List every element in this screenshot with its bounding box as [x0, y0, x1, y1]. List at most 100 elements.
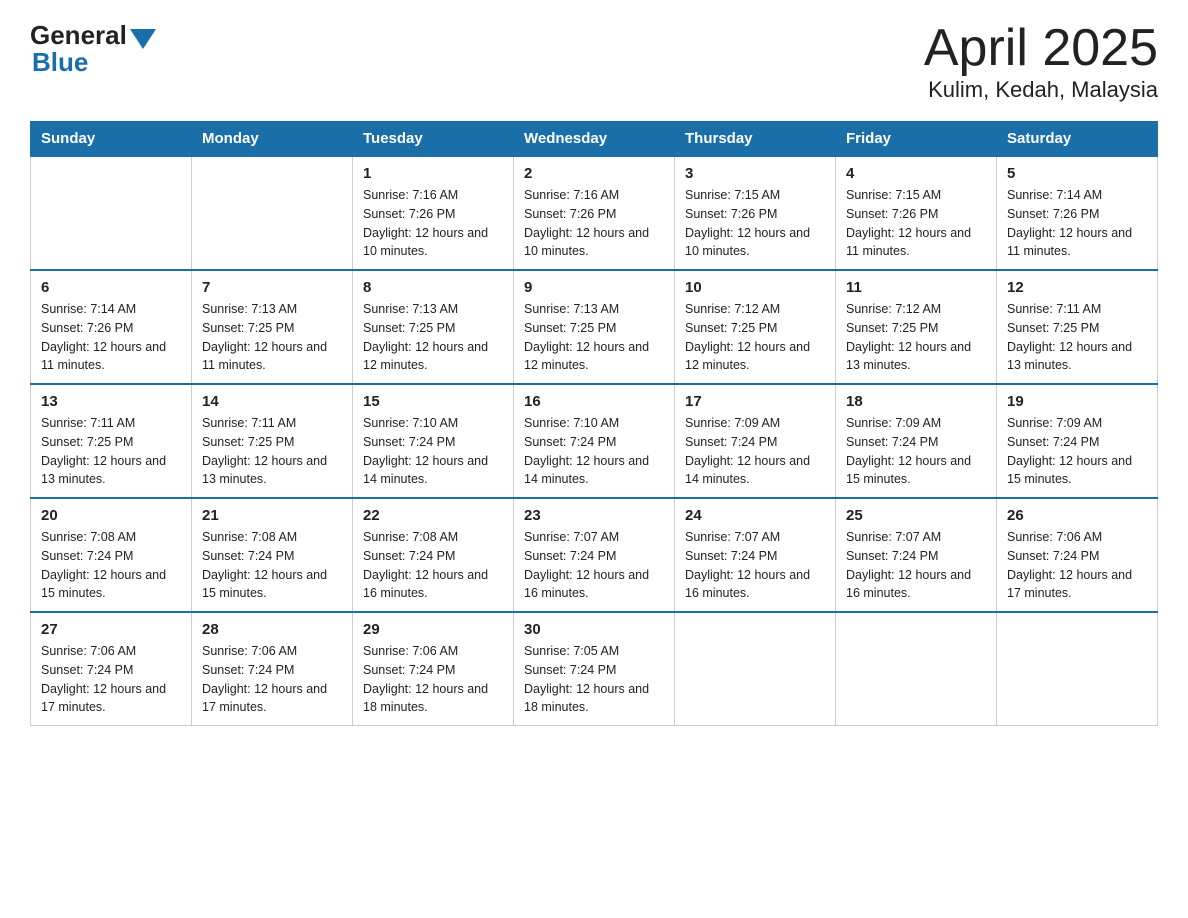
- day-info: Sunrise: 7:07 AMSunset: 7:24 PMDaylight:…: [846, 528, 986, 603]
- calendar-week-2: 6 Sunrise: 7:14 AMSunset: 7:26 PMDaylight…: [31, 270, 1158, 384]
- day-info: Sunrise: 7:16 AMSunset: 7:26 PMDaylight:…: [363, 186, 503, 261]
- day-number: 14: [202, 393, 342, 410]
- page-header: General Blue April 2025 Kulim, Kedah, Ma…: [30, 20, 1158, 103]
- day-number: 5: [1007, 165, 1147, 182]
- day-number: 24: [685, 507, 825, 524]
- calendar-cell: 20 Sunrise: 7:08 AMSunset: 7:24 PMDayligh…: [31, 498, 192, 612]
- calendar-cell: 8Sunrise: 7:13 AMSunset: 7:25 PMDaylight…: [353, 270, 514, 384]
- day-number: 23: [524, 507, 664, 524]
- calendar-cell: 24 Sunrise: 7:07 AMSunset: 7:24 PMDayligh…: [675, 498, 836, 612]
- calendar-week-5: 27 Sunrise: 7:06 AMSunset: 7:24 PMDayligh…: [31, 612, 1158, 726]
- weekday-header-monday: Monday: [192, 122, 353, 157]
- day-info: Sunrise: 7:06 AMSunset: 7:24 PMDaylight:…: [202, 642, 342, 717]
- calendar-table: SundayMondayTuesdayWednesdayThursdayFrid…: [30, 121, 1158, 726]
- calendar-cell: 2 Sunrise: 7:16 AMSunset: 7:26 PMDaylight…: [514, 156, 675, 270]
- calendar-cell: 28 Sunrise: 7:06 AMSunset: 7:24 PMDayligh…: [192, 612, 353, 726]
- day-info: Sunrise: 7:11 AMSunset: 7:25 PMDaylight:…: [1007, 300, 1147, 375]
- calendar-cell: 26Sunrise: 7:06 AMSunset: 7:24 PMDayligh…: [997, 498, 1158, 612]
- page-subtitle: Kulim, Kedah, Malaysia: [924, 77, 1158, 103]
- day-number: 20: [41, 507, 181, 524]
- calendar-cell: 10 Sunrise: 7:12 AMSunset: 7:25 PMDayligh…: [675, 270, 836, 384]
- day-number: 16: [524, 393, 664, 410]
- calendar-cell: 22Sunrise: 7:08 AMSunset: 7:24 PMDayligh…: [353, 498, 514, 612]
- day-number: 2: [524, 165, 664, 182]
- calendar-cell: 4Sunrise: 7:15 AMSunset: 7:26 PMDaylight…: [836, 156, 997, 270]
- day-info: Sunrise: 7:09 AMSunset: 7:24 PMDaylight:…: [1007, 414, 1147, 489]
- day-info: Sunrise: 7:13 AMSunset: 7:25 PMDaylight:…: [202, 300, 342, 375]
- day-info: Sunrise: 7:14 AMSunset: 7:26 PMDaylight:…: [41, 300, 181, 375]
- day-number: 6: [41, 279, 181, 296]
- day-number: 29: [363, 621, 503, 638]
- day-number: 11: [846, 279, 986, 296]
- day-info: Sunrise: 7:10 AMSunset: 7:24 PMDaylight:…: [524, 414, 664, 489]
- day-number: 17: [685, 393, 825, 410]
- day-info: Sunrise: 7:13 AMSunset: 7:25 PMDaylight:…: [524, 300, 664, 375]
- calendar-cell: 23Sunrise: 7:07 AMSunset: 7:24 PMDayligh…: [514, 498, 675, 612]
- logo-blue-text: Blue: [32, 47, 88, 78]
- calendar-cell: 15 Sunrise: 7:10 AMSunset: 7:24 PMDayligh…: [353, 384, 514, 498]
- day-info: Sunrise: 7:11 AMSunset: 7:25 PMDaylight:…: [202, 414, 342, 489]
- calendar-cell: 19 Sunrise: 7:09 AMSunset: 7:24 PMDayligh…: [997, 384, 1158, 498]
- calendar-cell: 12 Sunrise: 7:11 AMSunset: 7:25 PMDayligh…: [997, 270, 1158, 384]
- day-number: 3: [685, 165, 825, 182]
- weekday-header-saturday: Saturday: [997, 122, 1158, 157]
- calendar-cell: [836, 612, 997, 726]
- calendar-week-3: 13 Sunrise: 7:11 AMSunset: 7:25 PMDayligh…: [31, 384, 1158, 498]
- day-info: Sunrise: 7:09 AMSunset: 7:24 PMDaylight:…: [685, 414, 825, 489]
- calendar-cell: 29 Sunrise: 7:06 AMSunset: 7:24 PMDayligh…: [353, 612, 514, 726]
- calendar-cell: 1 Sunrise: 7:16 AMSunset: 7:26 PMDaylight…: [353, 156, 514, 270]
- day-number: 1: [363, 165, 503, 182]
- calendar-cell: [675, 612, 836, 726]
- day-number: 18: [846, 393, 986, 410]
- weekday-header-row: SundayMondayTuesdayWednesdayThursdayFrid…: [31, 122, 1158, 157]
- day-info: Sunrise: 7:15 AMSunset: 7:26 PMDaylight:…: [846, 186, 986, 261]
- day-number: 13: [41, 393, 181, 410]
- day-number: 12: [1007, 279, 1147, 296]
- calendar-cell: 13 Sunrise: 7:11 AMSunset: 7:25 PMDayligh…: [31, 384, 192, 498]
- day-info: Sunrise: 7:10 AMSunset: 7:24 PMDaylight:…: [363, 414, 503, 489]
- calendar-cell: 9 Sunrise: 7:13 AMSunset: 7:25 PMDaylight…: [514, 270, 675, 384]
- day-info: Sunrise: 7:16 AMSunset: 7:26 PMDaylight:…: [524, 186, 664, 261]
- calendar-cell: 7 Sunrise: 7:13 AMSunset: 7:25 PMDaylight…: [192, 270, 353, 384]
- title-block: April 2025 Kulim, Kedah, Malaysia: [924, 20, 1158, 103]
- day-number: 19: [1007, 393, 1147, 410]
- day-info: Sunrise: 7:11 AMSunset: 7:25 PMDaylight:…: [41, 414, 181, 489]
- day-number: 7: [202, 279, 342, 296]
- day-number: 27: [41, 621, 181, 638]
- day-info: Sunrise: 7:06 AMSunset: 7:24 PMDaylight:…: [41, 642, 181, 717]
- day-info: Sunrise: 7:13 AMSunset: 7:25 PMDaylight:…: [363, 300, 503, 375]
- calendar-cell: 30 Sunrise: 7:05 AMSunset: 7:24 PMDayligh…: [514, 612, 675, 726]
- calendar-cell: 27 Sunrise: 7:06 AMSunset: 7:24 PMDayligh…: [31, 612, 192, 726]
- weekday-header-sunday: Sunday: [31, 122, 192, 157]
- day-info: Sunrise: 7:07 AMSunset: 7:24 PMDaylight:…: [685, 528, 825, 603]
- day-info: Sunrise: 7:06 AMSunset: 7:24 PMDaylight:…: [1007, 528, 1147, 603]
- day-number: 28: [202, 621, 342, 638]
- day-number: 10: [685, 279, 825, 296]
- calendar-week-4: 20 Sunrise: 7:08 AMSunset: 7:24 PMDayligh…: [31, 498, 1158, 612]
- calendar-body: 1 Sunrise: 7:16 AMSunset: 7:26 PMDaylight…: [31, 156, 1158, 726]
- weekday-header-wednesday: Wednesday: [514, 122, 675, 157]
- day-number: 30: [524, 621, 664, 638]
- weekday-header-thursday: Thursday: [675, 122, 836, 157]
- weekday-header-friday: Friday: [836, 122, 997, 157]
- logo-triangle-icon: [130, 29, 156, 49]
- calendar-cell: [31, 156, 192, 270]
- day-number: 9: [524, 279, 664, 296]
- weekday-header-tuesday: Tuesday: [353, 122, 514, 157]
- day-info: Sunrise: 7:08 AMSunset: 7:24 PMDaylight:…: [41, 528, 181, 603]
- day-number: 15: [363, 393, 503, 410]
- calendar-cell: 11Sunrise: 7:12 AMSunset: 7:25 PMDayligh…: [836, 270, 997, 384]
- day-info: Sunrise: 7:06 AMSunset: 7:24 PMDaylight:…: [363, 642, 503, 717]
- calendar-cell: 6 Sunrise: 7:14 AMSunset: 7:26 PMDaylight…: [31, 270, 192, 384]
- calendar-cell: 21 Sunrise: 7:08 AMSunset: 7:24 PMDayligh…: [192, 498, 353, 612]
- calendar-week-1: 1 Sunrise: 7:16 AMSunset: 7:26 PMDaylight…: [31, 156, 1158, 270]
- day-info: Sunrise: 7:08 AMSunset: 7:24 PMDaylight:…: [363, 528, 503, 603]
- calendar-cell: 17 Sunrise: 7:09 AMSunset: 7:24 PMDayligh…: [675, 384, 836, 498]
- calendar-cell: 5Sunrise: 7:14 AMSunset: 7:26 PMDaylight…: [997, 156, 1158, 270]
- day-number: 21: [202, 507, 342, 524]
- calendar-cell: 16 Sunrise: 7:10 AMSunset: 7:24 PMDayligh…: [514, 384, 675, 498]
- day-info: Sunrise: 7:08 AMSunset: 7:24 PMDaylight:…: [202, 528, 342, 603]
- day-info: Sunrise: 7:12 AMSunset: 7:25 PMDaylight:…: [685, 300, 825, 375]
- calendar-cell: 3Sunrise: 7:15 AMSunset: 7:26 PMDaylight…: [675, 156, 836, 270]
- day-info: Sunrise: 7:05 AMSunset: 7:24 PMDaylight:…: [524, 642, 664, 717]
